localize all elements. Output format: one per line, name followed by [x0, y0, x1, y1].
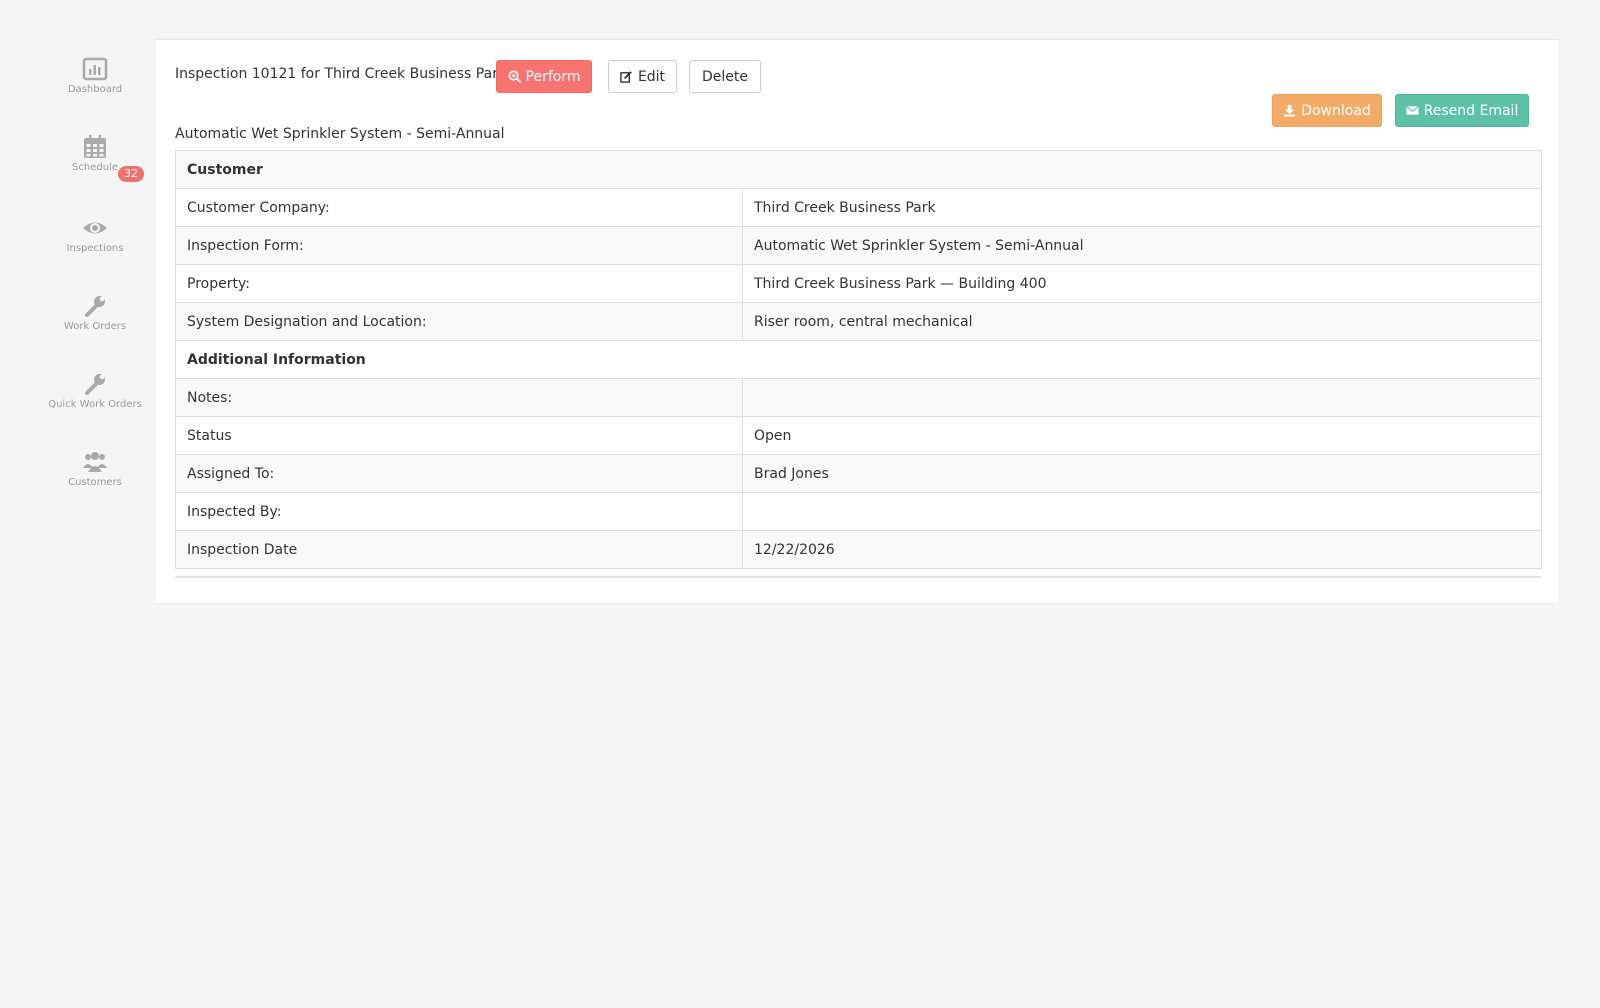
calendar-icon [82, 135, 108, 159]
inspection-panel: Inspection 10121 for Third Creek Busines… [154, 39, 1560, 604]
table-row: Inspection Date 12/22/2026 [175, 530, 1542, 569]
search-plus-icon [508, 70, 521, 83]
row-label: Notes: [175, 378, 743, 417]
schedule-count-badge: 32 [118, 166, 144, 182]
row-value: Brad Jones [742, 454, 1542, 493]
perform-button[interactable]: Perform [496, 60, 592, 93]
sidebar: Dashboard Schedule 32 Inspections Work O… [0, 0, 150, 1008]
sidebar-item-label: Customers [68, 477, 122, 488]
wrench-icon [82, 294, 108, 318]
row-value: Riser room, central mechanical [742, 302, 1542, 341]
row-label: Customer Company: [175, 188, 743, 227]
row-value: Open [742, 416, 1542, 455]
inspection-details-table: Customer Customer Company: Third Creek B… [175, 150, 1542, 569]
sidebar-item-customers[interactable]: Customers [40, 450, 150, 488]
table-row: Inspection Form: Automatic Wet Sprinkler… [175, 226, 1542, 265]
divider [175, 576, 1541, 578]
page-title: Inspection 10121 for Third Creek Busines… [175, 66, 507, 82]
sidebar-item-label: Schedule [72, 162, 118, 173]
resend-email-label: Resend Email [1423, 102, 1519, 119]
delete-label: Delete [702, 68, 748, 85]
sidebar-item-dashboard[interactable]: Dashboard [40, 57, 150, 95]
sidebar-item-label: Work Orders [63, 321, 127, 332]
sidebar-item-label: Dashboard [67, 84, 123, 95]
row-label: Status [175, 416, 743, 455]
edit-button[interactable]: Edit [608, 60, 677, 93]
edit-icon [620, 71, 632, 83]
row-value [742, 378, 1542, 417]
sidebar-item-label: Inspections [66, 243, 124, 254]
row-value: Third Creek Business Park — Building 400 [742, 264, 1542, 303]
wrench-icon [82, 372, 108, 396]
row-label: System Designation and Location: [175, 302, 743, 341]
perform-label: Perform [525, 68, 581, 85]
table-section-row: Customer [175, 150, 1542, 189]
resend-email-button[interactable]: Resend Email [1395, 94, 1529, 127]
users-icon [82, 450, 108, 474]
table-section-row: Additional Information [175, 340, 1542, 379]
row-label: Property: [175, 264, 743, 303]
sidebar-item-work-orders[interactable]: Work Orders [40, 294, 150, 332]
edit-label: Edit [637, 68, 666, 85]
download-icon [1284, 104, 1296, 117]
row-label: Inspection Form: [175, 226, 743, 265]
sidebar-item-inspections[interactable]: Inspections [40, 216, 150, 254]
table-row: Status Open [175, 416, 1542, 455]
row-value: Third Creek Business Park [742, 188, 1542, 227]
section-header-customer: Customer [175, 150, 1542, 189]
bar-chart-icon [82, 57, 108, 81]
table-row: Assigned To: Brad Jones [175, 454, 1542, 493]
table-row: System Designation and Location: Riser r… [175, 302, 1542, 341]
row-value: 12/22/2026 [742, 530, 1542, 569]
section-header-additional-information: Additional Information [175, 340, 1542, 379]
eye-icon [82, 216, 108, 240]
envelope-icon [1405, 105, 1419, 115]
row-value: Automatic Wet Sprinkler System - Semi-An… [742, 226, 1542, 265]
row-label: Assigned To: [175, 454, 743, 493]
sidebar-item-quick-work-orders[interactable]: Quick Work Orders [40, 372, 150, 410]
table-row: Property: Third Creek Business Park — Bu… [175, 264, 1542, 303]
delete-button[interactable]: Delete [689, 60, 761, 93]
inspection-form-subtitle: Automatic Wet Sprinkler System - Semi-An… [175, 126, 505, 142]
table-row: Notes: [175, 378, 1542, 417]
download-label: Download [1301, 102, 1371, 119]
row-value [742, 492, 1542, 531]
row-label: Inspection Date [175, 530, 743, 569]
row-label: Inspected By: [175, 492, 743, 531]
download-button[interactable]: Download [1272, 94, 1382, 127]
table-row: Inspected By: [175, 492, 1542, 531]
table-row: Customer Company: Third Creek Business P… [175, 188, 1542, 227]
sidebar-item-label: Quick Work Orders [48, 399, 142, 410]
